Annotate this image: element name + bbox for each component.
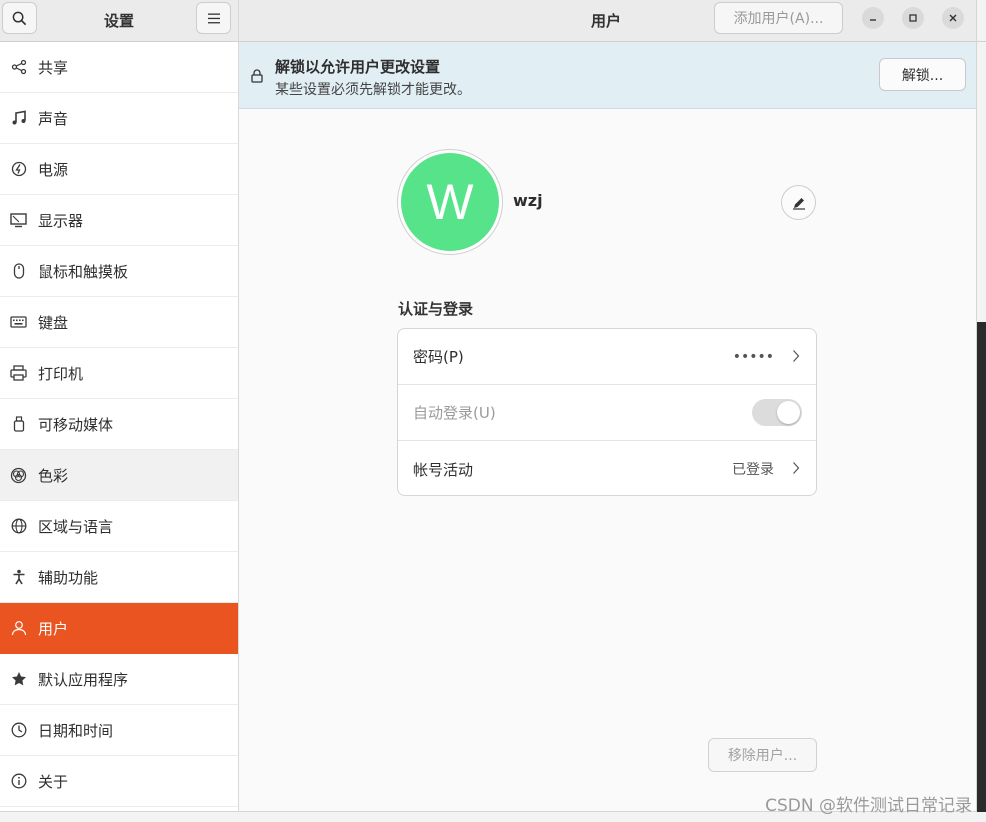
infobar-title: 解锁以允许用户更改设置	[275, 58, 441, 76]
sidebar-item-default-apps[interactable]: 默认应用程序	[0, 654, 238, 705]
background-window-edge	[977, 0, 986, 322]
infobar-subtitle: 某些设置必须先解锁才能更改。	[275, 82, 471, 98]
sidebar-item-mouse-touchpad[interactable]: 鼠标和触摸板	[0, 246, 238, 297]
sidebar-item-label: 鼠标和触摸板	[38, 262, 129, 281]
sidebar-item-label: 可移动媒体	[38, 415, 114, 434]
sidebar-item-label: 辅助功能	[38, 568, 99, 587]
sidebar: 设置 共享 声音 电源 显示器 鼠标和触摸板 键盘 打印机 可移动媒体 色彩 区…	[0, 0, 239, 811]
globe-icon	[10, 518, 27, 535]
keyboard-icon	[10, 314, 27, 331]
color-icon	[10, 467, 27, 484]
sidebar-item-power[interactable]: 电源	[0, 144, 238, 195]
music-note-icon	[10, 110, 27, 127]
remove-user-button[interactable]: 移除用户...	[708, 738, 817, 772]
sidebar-item-label: 声音	[38, 109, 69, 128]
accessibility-icon	[10, 569, 27, 586]
auth-section-title: 认证与登录	[398, 300, 474, 318]
sidebar-item-displays[interactable]: 显示器	[0, 195, 238, 246]
sidebar-item-label: 显示器	[38, 211, 84, 230]
sidebar-item-sharing[interactable]: 共享	[0, 42, 238, 93]
share-icon	[10, 59, 27, 76]
chevron-right-icon	[792, 349, 800, 367]
close-icon	[949, 14, 957, 22]
sidebar-item-about[interactable]: 关于	[0, 756, 238, 807]
sidebar-item-region-language[interactable]: 区域与语言	[0, 501, 238, 552]
sidebar-item-date-time[interactable]: 日期和时间	[0, 705, 238, 756]
password-label: 密码(P)	[413, 348, 464, 366]
settings-nav: 共享 声音 电源 显示器 鼠标和触摸板 键盘 打印机 可移动媒体 色彩 区域与语…	[0, 42, 238, 807]
account-activity-row[interactable]: 帐号活动 已登录	[398, 441, 816, 495]
password-value: •••••	[732, 348, 774, 365]
edit-name-button[interactable]	[781, 185, 816, 220]
sidebar-item-users[interactable]: 用户	[0, 603, 238, 654]
password-row[interactable]: 密码(P) •••••	[398, 329, 816, 385]
main-menu-button[interactable]	[196, 2, 231, 34]
sidebar-item-label: 共享	[38, 58, 69, 77]
sidebar-item-label: 打印机	[38, 364, 84, 383]
printer-icon	[10, 365, 27, 382]
hamburger-menu-icon	[207, 13, 220, 23]
sidebar-item-keyboard[interactable]: 键盘	[0, 297, 238, 348]
power-icon	[10, 161, 27, 178]
sidebar-item-label: 用户	[38, 619, 69, 638]
star-icon	[10, 671, 27, 688]
header-bar: 用户 添加用户(A)...	[239, 0, 976, 42]
settings-window: 设置 共享 声音 电源 显示器 鼠标和触摸板 键盘 打印机 可移动媒体 色彩 区…	[0, 0, 977, 812]
account-activity-value: 已登录	[732, 462, 774, 478]
sidebar-item-removable-media[interactable]: 可移动媒体	[0, 399, 238, 450]
minimize-button[interactable]	[862, 7, 884, 29]
add-user-button[interactable]: 添加用户(A)...	[714, 2, 843, 34]
toggle-knob	[777, 401, 800, 424]
clock-icon	[10, 722, 27, 739]
auth-list: 密码(P) ••••• 自动登录(U) 帐号活动 已登录	[397, 328, 817, 496]
user-icon	[10, 620, 27, 637]
sidebar-item-sound[interactable]: 声音	[0, 93, 238, 144]
lock-icon	[251, 68, 263, 87]
close-button[interactable]	[942, 7, 964, 29]
info-icon	[10, 773, 27, 790]
sidebar-header: 设置	[0, 0, 238, 42]
minimize-icon	[870, 19, 876, 21]
auto-login-label: 自动登录(U)	[413, 404, 496, 422]
sidebar-item-printers[interactable]: 打印机	[0, 348, 238, 399]
avatar-initial: W	[401, 153, 499, 251]
chevron-right-icon	[792, 461, 800, 479]
sidebar-item-color[interactable]: 色彩	[0, 450, 238, 501]
sidebar-item-label: 日期和时间	[38, 721, 114, 740]
usb-drive-icon	[10, 416, 27, 433]
sidebar-item-label: 电源	[38, 160, 69, 179]
watermark: CSDN @软件测试日常记录	[765, 796, 972, 816]
auto-login-toggle[interactable]	[752, 399, 802, 426]
auto-login-row: 自动登录(U)	[398, 385, 816, 441]
display-icon	[10, 212, 27, 229]
unlock-button[interactable]: 解锁...	[879, 58, 966, 91]
pencil-icon	[792, 197, 805, 210]
maximize-icon	[909, 14, 917, 22]
sidebar-item-label: 键盘	[38, 313, 69, 332]
mouse-icon	[10, 263, 27, 280]
sidebar-item-accessibility[interactable]: 辅助功能	[0, 552, 238, 603]
maximize-button[interactable]	[902, 7, 924, 29]
sidebar-item-label: 关于	[38, 772, 69, 791]
sidebar-item-label: 默认应用程序	[38, 670, 129, 689]
sidebar-item-label: 区域与语言	[38, 517, 114, 536]
avatar[interactable]: W	[397, 149, 503, 255]
account-activity-label: 帐号活动	[413, 460, 474, 479]
sidebar-item-label: 色彩	[38, 466, 69, 485]
unlock-infobar: 解锁以允许用户更改设置 某些设置必须先解锁才能更改。 解锁...	[239, 42, 976, 109]
username: wzj	[513, 191, 543, 210]
